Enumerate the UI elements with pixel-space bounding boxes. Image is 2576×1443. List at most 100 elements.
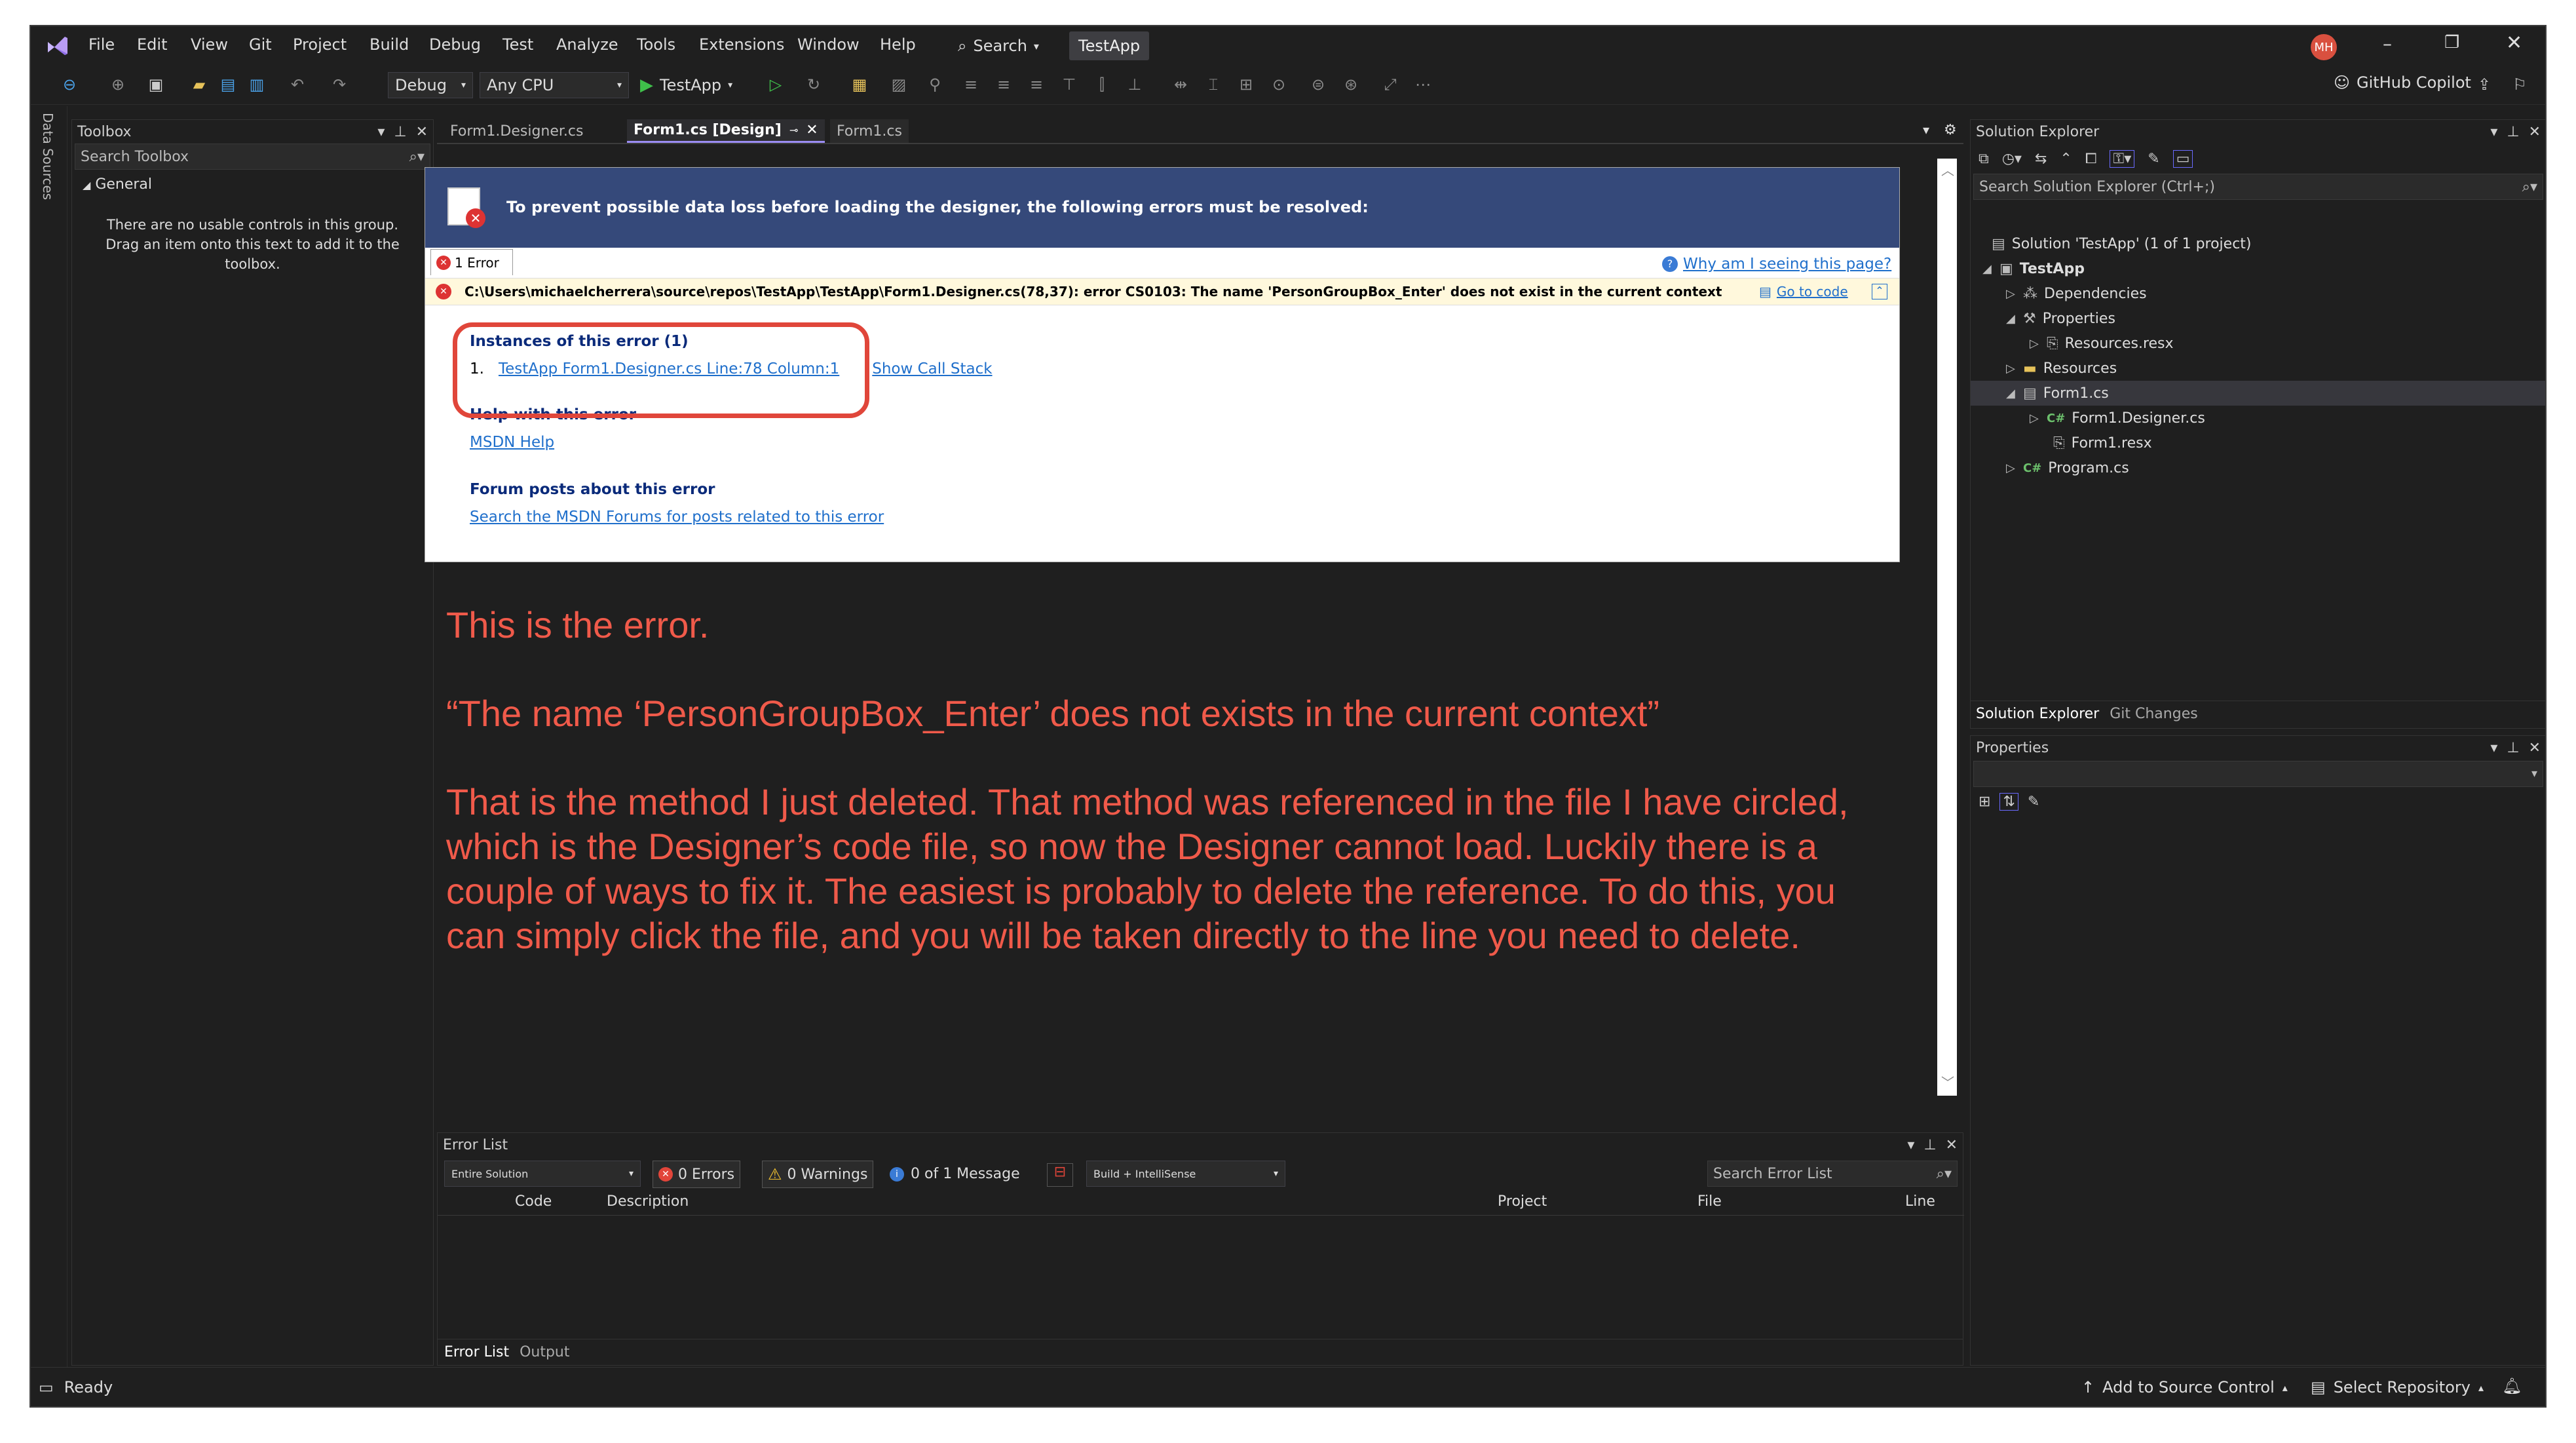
more-icon[interactable]: ⋯ <box>1413 75 1433 94</box>
column-project[interactable]: Project <box>1498 1193 1547 1210</box>
categorized-icon[interactable]: ⊞ <box>1979 794 1990 810</box>
menu-build[interactable]: Build <box>369 35 409 54</box>
go-to-code-link[interactable]: ▤ Go to code <box>1759 284 1848 299</box>
browse-icon[interactable]: ▦ <box>850 75 869 94</box>
menu-tools[interactable]: Tools <box>637 35 675 54</box>
forum-link-text[interactable]: Search the MSDN Forums for posts related… <box>470 509 884 526</box>
expand-arrow-icon[interactable]: ◢ <box>2006 312 2017 326</box>
expand-icon[interactable]: ⤢ <box>1380 75 1400 94</box>
grid-icon[interactable]: ⊞ <box>1236 75 1256 94</box>
errors-filter-button[interactable]: ✕ 0 Errors <box>653 1161 741 1188</box>
menu-extensions[interactable]: Extensions <box>699 35 784 54</box>
dropdown-icon[interactable]: ▾ <box>377 124 385 140</box>
toolbox-search[interactable]: Search Toolbox ⌕▾ <box>75 144 430 170</box>
tree-item-resources-resx[interactable]: ▷ ⎘ Resources.resx <box>2030 331 2174 356</box>
error-count-tab[interactable]: ✕ 1 Error <box>430 249 513 275</box>
show-all-files-icon[interactable]: ⧠ <box>2085 151 2097 167</box>
new-project-icon[interactable]: ▣ <box>146 75 166 94</box>
scroll-up-icon[interactable]: ︿ <box>1941 160 1954 179</box>
forward-icon[interactable]: ⊕ <box>108 75 128 94</box>
error-list-search[interactable]: Search Error List ⌕▾ <box>1707 1161 1958 1187</box>
collapsed-arrow-icon[interactable]: ▷ <box>2006 461 2017 475</box>
tree-item-dependencies[interactable]: ▷ ⁂ Dependencies <box>2006 281 2147 306</box>
tab-solution-explorer[interactable]: Solution Explorer <box>1976 706 2099 722</box>
msdn-help-link[interactable]: MSDN Help <box>470 434 554 451</box>
tree-item-form1-resx[interactable]: ⎘ Form1.resx <box>2053 431 2152 455</box>
menu-test[interactable]: Test <box>502 35 533 54</box>
undo-icon[interactable]: ↶ <box>288 75 307 94</box>
go-to-code-text[interactable]: Go to code <box>1777 284 1848 299</box>
collapsed-arrow-icon[interactable]: ▷ <box>2030 337 2040 351</box>
config-dropdown[interactable]: Debug ▾ <box>388 72 473 98</box>
history-icon[interactable]: ◷▾ <box>2002 151 2022 167</box>
warnings-filter-button[interactable]: ⚠ 0 Warnings <box>762 1161 874 1188</box>
close-icon[interactable]: ✕ <box>806 122 818 138</box>
feedback-icon[interactable]: ⚐ <box>2510 75 2529 94</box>
collapsed-arrow-icon[interactable]: ▷ <box>2030 412 2040 425</box>
properties-wrench-icon[interactable]: ✎ <box>2148 151 2159 167</box>
column-file[interactable]: File <box>1697 1193 1722 1210</box>
zoom-icon[interactable]: ⊙ <box>1269 75 1289 94</box>
object-selector-dropdown[interactable]: ▾ <box>1973 761 2543 787</box>
notifications-icon[interactable]: 🔔︎ <box>2502 1377 2522 1395</box>
spacing-icon[interactable]: ⇹ <box>1171 75 1190 94</box>
column-line[interactable]: Line <box>1905 1193 1935 1210</box>
alphabetical-icon[interactable]: ⇅ <box>1999 792 2018 811</box>
tree-item-program-cs[interactable]: ▷ C# Program.cs <box>2006 455 2129 480</box>
expand-arrow-icon[interactable]: ◢ <box>1982 262 1993 276</box>
start-debugging-button[interactable]: ▶ TestApp ▾ <box>640 73 732 97</box>
lock-icon[interactable]: ⊛ <box>1341 75 1361 94</box>
redo-icon[interactable]: ↷ <box>330 75 349 94</box>
menu-analyze[interactable]: Analyze <box>556 35 618 54</box>
back-icon[interactable]: ⊖ <box>60 75 79 94</box>
layout-icon[interactable]: ▨ <box>889 75 909 94</box>
preview-icon[interactable]: ▭ <box>2172 149 2193 168</box>
menu-file[interactable]: File <box>88 35 115 54</box>
filter-icon[interactable]: ⊟ <box>1047 1163 1073 1187</box>
scope-dropdown[interactable]: Entire Solution ▾ <box>444 1161 641 1187</box>
tab-output[interactable]: Output <box>520 1344 569 1360</box>
solution-explorer-search[interactable]: Search Solution Explorer (Ctrl+;) ⌕▾ <box>1973 174 2543 200</box>
close-icon[interactable]: ✕ <box>2529 740 2541 756</box>
add-source-control-button[interactable]: ↑ Add to Source Control ▴ <box>2081 1378 2288 1396</box>
tab-form1-cs-design[interactable]: Form1.cs [Design] ⊸ ✕ <box>627 119 825 143</box>
dropdown-icon[interactable]: ▾ <box>2490 124 2497 140</box>
tree-item-resources[interactable]: ▷ ▬ Resources <box>2006 356 2117 381</box>
tree-item-form1-cs[interactable]: ◢ ▤ Form1.cs <box>1971 381 2545 406</box>
forum-link[interactable]: Search the MSDN Forums for posts related… <box>470 509 884 526</box>
designer-scrollbar[interactable]: ︿ ﹀ <box>1937 159 1957 1096</box>
tree-item-properties[interactable]: ◢ ⚒ Properties <box>2006 306 2115 331</box>
why-link[interactable]: ? Why am I seeing this page? <box>1662 256 1891 273</box>
restore-icon[interactable]: ❐ <box>2444 33 2459 52</box>
close-icon[interactable]: ✕ <box>416 124 428 140</box>
align-right-icon[interactable]: ≡ <box>1027 75 1046 94</box>
collapsed-arrow-icon[interactable]: ▷ <box>2006 287 2017 301</box>
build-filter-dropdown[interactable]: Build + IntelliSense ▾ <box>1086 1161 1285 1187</box>
gear-icon[interactable]: ⚙ <box>1944 122 1957 138</box>
tab-error-list[interactable]: Error List <box>444 1344 509 1360</box>
align-left-icon[interactable]: ≡ <box>961 75 981 94</box>
menu-project[interactable]: Project <box>293 35 347 54</box>
pin-icon[interactable]: ⊥ <box>394 124 406 140</box>
expand-arrow-icon[interactable]: ◢ <box>2006 387 2017 400</box>
align-center-icon[interactable]: ≡ <box>994 75 1013 94</box>
tab-git-changes[interactable]: Git Changes <box>2110 706 2197 722</box>
messages-filter-button[interactable]: i 0 of 1 Message <box>890 1166 1020 1182</box>
menu-window[interactable]: Window <box>797 35 860 54</box>
collapse-icon[interactable]: ⌃ <box>1872 284 1887 299</box>
github-copilot-button[interactable]: ☺ GitHub Copilot <box>2334 73 2471 92</box>
collapsed-arrow-icon[interactable]: ▷ <box>2006 362 2017 375</box>
global-search[interactable]: ⌕ Search ▾ <box>951 31 1046 60</box>
show-call-stack-link[interactable]: Show Call Stack <box>872 360 992 377</box>
property-pages-icon[interactable]: ✎ <box>2028 794 2039 810</box>
avatar[interactable]: MH <box>2311 34 2337 60</box>
tab-form1-cs[interactable]: Form1.cs <box>830 119 909 143</box>
tree-item-solution[interactable]: ▤ Solution 'TestApp' (1 of 1 project) <box>1992 231 2252 256</box>
pin-icon[interactable]: ⊸ <box>789 124 798 136</box>
dropdown-icon[interactable]: ▾ <box>1907 1137 1914 1153</box>
toolbox-group[interactable]: ◢ General <box>72 170 433 199</box>
switch-views-icon[interactable]: ⇆ <box>2035 151 2047 167</box>
center-icon[interactable]: ⌶ <box>1203 75 1223 94</box>
save-all-icon[interactable]: ▥ <box>247 75 267 94</box>
error-list-search-input[interactable]: Search Error List <box>1713 1166 1832 1182</box>
